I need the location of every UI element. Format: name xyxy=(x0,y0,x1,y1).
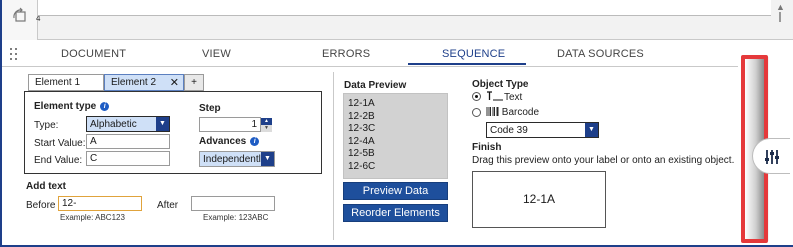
list-item: 12-1A xyxy=(348,98,375,109)
rotate-icon[interactable] xyxy=(10,6,30,26)
before-label: Before xyxy=(26,200,56,211)
element-type-heading: Element type i xyxy=(34,101,110,112)
after-example: Example: 123ABC xyxy=(203,213,269,222)
info-icon[interactable]: i xyxy=(100,101,110,111)
add-text-heading: Add text xyxy=(26,181,66,192)
before-example: Example: ABC123 xyxy=(60,213,125,222)
barcode-symbology-select[interactable]: Code 39 ▼ xyxy=(486,122,599,138)
tab-view[interactable]: VIEW xyxy=(202,48,231,60)
object-type-heading: Object Type xyxy=(472,79,529,90)
chevron-down-icon: ▼ xyxy=(585,123,598,137)
drag-preview-object[interactable]: 12-1A xyxy=(472,171,606,228)
list-item: 12-2B xyxy=(348,110,375,122)
text-option-label[interactable]: Text xyxy=(486,91,522,103)
step-value: 1 xyxy=(251,119,257,130)
barcode-option-label[interactable]: Barcode xyxy=(486,107,539,118)
properties-toggle-button[interactable] xyxy=(752,138,790,174)
text-radio[interactable] xyxy=(472,92,481,101)
tab-errors[interactable]: ERRORS xyxy=(322,48,370,60)
after-text-field[interactable] xyxy=(191,196,275,211)
advances-select-value: Independently xyxy=(203,154,266,165)
type-select[interactable]: Alphabetic ▼ xyxy=(86,116,170,132)
add-element-button[interactable]: + xyxy=(184,74,204,91)
data-preview-list: 12-1A 12-2B 12-3C 12-4A 12-5B 12-6C xyxy=(343,93,448,179)
preview-data-button[interactable]: Preview Data xyxy=(343,182,448,200)
barcode-radio[interactable] xyxy=(472,108,481,117)
list-item: 12-4A xyxy=(348,135,375,147)
finish-instructions: Drag this preview onto your label or ont… xyxy=(472,155,735,166)
element-tab-label: Element 1 xyxy=(35,77,81,88)
active-tab-indicator xyxy=(408,63,526,65)
element-tab-label: Element 2 xyxy=(111,77,157,88)
barcode-symbology-value: Code 39 xyxy=(490,125,528,136)
barcode-icon xyxy=(486,107,499,116)
step-stepper[interactable]: 1 ▲ ▼ xyxy=(199,117,272,132)
end-value-field[interactable]: C xyxy=(86,151,170,166)
info-icon[interactable]: i xyxy=(250,136,260,146)
label-canvas[interactable] xyxy=(38,0,771,16)
text-object-icon xyxy=(487,91,503,101)
element-tab-2[interactable]: Element 2 ✕ xyxy=(104,74,184,91)
type-label: Type: xyxy=(34,120,59,131)
reorder-elements-button[interactable]: Reorder Elements xyxy=(343,204,448,222)
list-item: 12-3C xyxy=(348,123,376,134)
after-label: After xyxy=(157,200,179,211)
tab-document[interactable]: DOCUMENT xyxy=(61,48,126,60)
canvas-scrollbar[interactable]: ▲ xyxy=(772,0,788,40)
advances-select[interactable]: Independently ▼ xyxy=(199,151,275,167)
data-preview-heading: Data Preview xyxy=(344,80,407,91)
list-item: 12-6C xyxy=(348,160,376,172)
scroll-up-icon[interactable]: ▲ xyxy=(776,2,785,12)
start-value-field[interactable]: A xyxy=(86,134,170,149)
start-value-label: Start Value: xyxy=(34,138,86,149)
step-spinner[interactable]: ▲ ▼ xyxy=(261,118,272,132)
type-select-value: Alphabetic xyxy=(90,119,137,130)
step-heading: Step xyxy=(199,103,221,114)
finish-heading: Finish xyxy=(472,142,502,153)
ribbon-tabbar: DOCUMENT VIEW ERRORS SEQUENCE DATA SOURC… xyxy=(2,41,738,67)
section-divider xyxy=(333,72,334,240)
ruler-corner: 4 xyxy=(2,0,40,40)
chevron-up-icon[interactable]: ▲ xyxy=(261,118,272,125)
before-text-field[interactable]: 12- xyxy=(58,196,142,211)
element-tab-1[interactable]: Element 1 xyxy=(28,74,104,91)
chevron-down-icon: ▼ xyxy=(156,117,169,131)
drag-grip-icon[interactable] xyxy=(10,48,20,60)
list-item: 12-5B xyxy=(348,148,375,159)
chevron-down-icon[interactable]: ▼ xyxy=(261,125,272,132)
element-settings-panel: Element type i Type: Alphabetic ▼ Start V… xyxy=(24,91,322,174)
scroll-thumb[interactable] xyxy=(779,12,781,22)
advances-heading: Advances i xyxy=(199,136,260,147)
tab-sequence[interactable]: SEQUENCE xyxy=(442,48,505,60)
end-value-label: End Value: xyxy=(34,155,83,166)
close-icon[interactable]: ✕ xyxy=(170,76,179,89)
tab-data-sources[interactable]: DATA SOURCES xyxy=(557,48,644,60)
chevron-down-icon: ▼ xyxy=(261,152,274,166)
sliders-icon xyxy=(765,150,779,164)
